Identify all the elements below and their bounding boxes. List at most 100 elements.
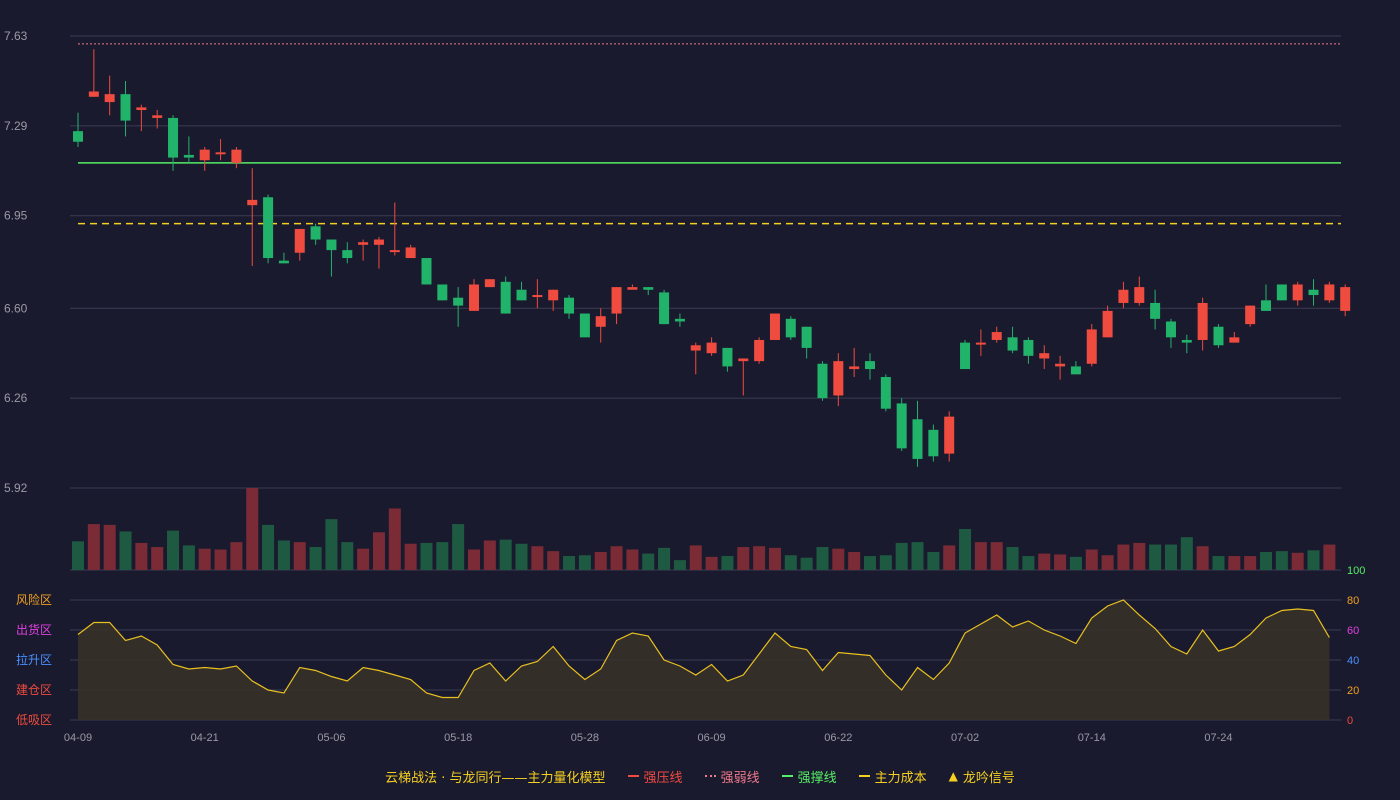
- candle-body: [484, 279, 495, 288]
- price-tick-label: 5.92: [4, 481, 28, 495]
- date-tick-label: 04-09: [64, 732, 92, 744]
- candle-body: [833, 361, 844, 396]
- volume-bar: [990, 542, 1003, 570]
- volume-bar: [1275, 551, 1288, 570]
- candle-body: [373, 239, 384, 245]
- volume-bar: [135, 542, 148, 570]
- candle-body: [1213, 326, 1224, 346]
- volume-bar: [895, 542, 908, 570]
- volume-bar: [927, 551, 940, 570]
- price-axis: 7.63 7.29 6.95 6.60 6.26 5.92 100: [4, 29, 1365, 577]
- date-tick-label: 05-28: [571, 732, 599, 744]
- volume-bar: [531, 546, 544, 570]
- volume-bar: [1038, 553, 1051, 570]
- candle-body: [659, 292, 670, 325]
- volume-bar: [499, 539, 512, 570]
- legend-label: 龙吟信号: [962, 770, 1015, 786]
- candle-body: [849, 366, 860, 370]
- volume-bar: [404, 543, 417, 570]
- candle-body: [1023, 339, 1034, 356]
- legend-item-cost[interactable]: 主力成本: [858, 767, 927, 786]
- candle-body: [294, 228, 305, 253]
- candle-body: [595, 316, 606, 327]
- candle-body: [1086, 329, 1097, 364]
- legend-title: 云梯战法 · 与龙同行——主力量化模型: [385, 767, 605, 786]
- candle-body: [1324, 284, 1335, 301]
- kline-chart: 7.63 7.29 6.95 6.60 6.26 5.92 100 80 60 40 20 0 风险…: [4, 29, 1365, 744]
- candle-body: [152, 115, 163, 118]
- candle-body: [263, 197, 274, 259]
- legend-item-signal[interactable]: ▲ 龙吟信号: [949, 767, 1015, 786]
- date-tick-label: 07-14: [1078, 732, 1106, 744]
- legend-item-resistance[interactable]: 强压线: [627, 767, 683, 786]
- volume-bar: [800, 557, 813, 570]
- legend-label: 强撑线: [797, 770, 837, 786]
- date-tick-label: 04-21: [191, 732, 219, 744]
- candle-body: [1308, 289, 1319, 296]
- volume-bar: [103, 524, 116, 570]
- volume-bar: [1149, 544, 1162, 570]
- volume-bar: [341, 542, 354, 570]
- volume-bar: [1054, 554, 1067, 570]
- candle-body: [896, 403, 907, 449]
- oscillator-tick-label: 20: [1347, 685, 1359, 697]
- volume-bar: [1244, 556, 1257, 570]
- candle-body: [500, 281, 511, 314]
- zone-label: 风险区: [16, 592, 52, 607]
- volume-bar: [119, 531, 132, 570]
- volume-bar: [673, 560, 686, 570]
- candle-body: [389, 250, 400, 253]
- volume-series: [72, 488, 1336, 570]
- zone-label: 拉升区: [16, 652, 52, 667]
- zone-label: 建仓区: [16, 683, 52, 697]
- volume-bar: [642, 553, 655, 570]
- volume-bar: [594, 551, 607, 570]
- zone-label: 出货区: [16, 622, 52, 637]
- candle-body: [1102, 310, 1113, 338]
- candle-body: [231, 149, 242, 163]
- legend-item-support[interactable]: 强撑线: [781, 767, 837, 786]
- volume-bar: [1085, 549, 1098, 570]
- candle-body: [928, 429, 939, 457]
- volume-bar: [1133, 542, 1146, 570]
- oscillator-series: 80 60 40 20 0: [77, 595, 1359, 727]
- oscillator-tick-label: 60: [1347, 625, 1359, 637]
- candle-body: [991, 332, 1002, 340]
- volume-bar: [1101, 555, 1114, 570]
- candle-body: [912, 419, 923, 459]
- volume-bar: [816, 547, 829, 570]
- volume-bar: [721, 556, 734, 570]
- candle-body: [405, 247, 416, 259]
- date-tick-label: 06-09: [698, 732, 726, 744]
- volume-bar: [420, 542, 433, 570]
- volume-bar: [372, 532, 385, 570]
- candle-body: [1118, 289, 1129, 303]
- candlestick-series: [73, 49, 1351, 467]
- volume-bar: [784, 555, 797, 570]
- candle-body: [738, 358, 749, 362]
- candle-body: [1197, 302, 1208, 340]
- volume-bar: [515, 543, 528, 570]
- candle-body: [643, 287, 654, 290]
- candle-body: [1229, 337, 1240, 343]
- reference-lines: [78, 43, 1341, 225]
- volume-bar: [610, 546, 623, 570]
- volume-bar: [72, 541, 84, 570]
- legend-item-weak-line[interactable]: 强弱线: [704, 767, 760, 786]
- candle-body: [1007, 337, 1018, 351]
- candle-body: [1340, 287, 1351, 311]
- candle-body: [1134, 287, 1145, 303]
- volume-bar: [563, 556, 576, 570]
- volume-bar: [1022, 556, 1035, 570]
- dotted-line-icon: [704, 775, 716, 777]
- date-tick-label: 05-18: [444, 732, 472, 744]
- candle-body: [310, 226, 321, 240]
- volume-bar: [182, 545, 195, 570]
- volume-bar: [1117, 544, 1130, 570]
- candle-body: [975, 342, 986, 345]
- candle-body: [88, 91, 99, 97]
- candle-body: [1039, 353, 1050, 359]
- oscillator-tick-label: 0: [1347, 715, 1353, 727]
- date-tick-label: 07-24: [1204, 732, 1232, 744]
- candle-body: [1245, 305, 1256, 325]
